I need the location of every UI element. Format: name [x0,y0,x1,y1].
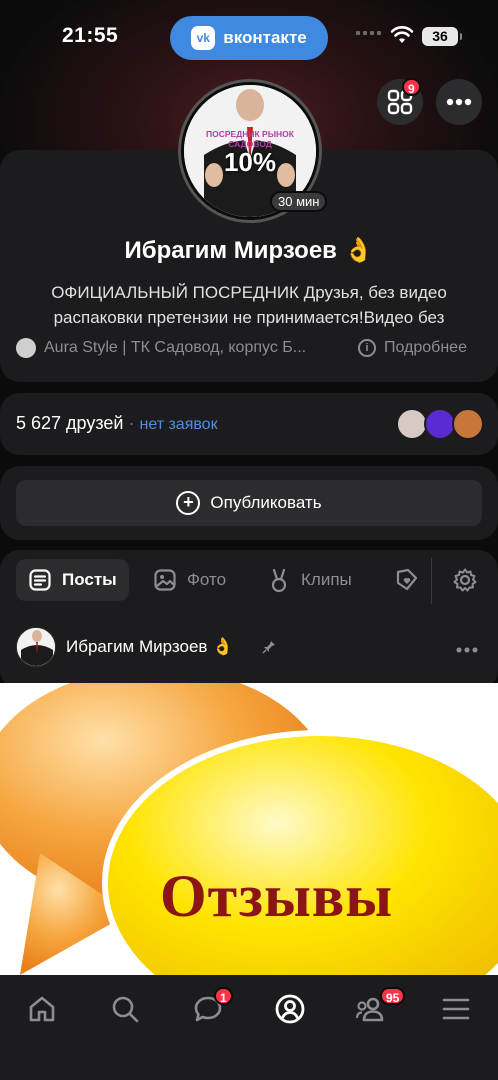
cellular-signal-icon [356,31,381,35]
friends-separator: · [123,413,140,433]
pin-icon [262,641,275,654]
tab-wishlist[interactable] [394,559,420,601]
speech-bubbles-illustration [0,683,498,975]
friends-badge: 95 [380,987,406,1005]
profile-workplace[interactable]: Aura Style | ТК Садовод, корпус Б... [16,336,306,360]
nav-menu[interactable] [436,989,476,1029]
profile-icon [275,994,305,1024]
friends-summary: 5 627 друзей · нет заявок [16,413,218,434]
workplace-logo-icon [16,338,36,358]
more-horizontal-icon [456,647,478,653]
status-bar: 21:55 vk вконтакте 36 [0,0,498,76]
clips-icon [271,568,287,593]
more-horizontal-icon [446,98,472,106]
post-author-avatar[interactable] [16,627,56,667]
app-pill[interactable]: vk вконтакте [170,16,328,60]
search-icon [112,996,139,1023]
more-info-label: Подробнее [384,339,467,356]
friends-count: 5 627 друзей [16,413,124,433]
tab-posts-label: Посты [62,570,117,589]
workplace-label: Aura Style | ТК Садовод, корпус Б... [44,339,307,356]
post-more-button[interactable] [456,637,478,658]
messages-badge: 1 [214,987,233,1005]
tab-posts[interactable]: Посты [16,559,129,601]
friends-card[interactable]: 5 627 друзей · нет заявок [0,393,498,455]
publish-label: Опубликовать [210,493,322,512]
tabs-settings-button[interactable] [452,559,478,601]
plus-circle-icon: + [176,491,201,515]
app-pill-label: вконтакте [223,28,307,47]
more-options-button[interactable] [436,79,482,125]
avatar-caption: ПОСРЕДНИК РЫНОК САДОВОД [206,129,294,149]
profile-name: Ибрагим Мирзоев 👌 [124,237,374,264]
menu-icon [442,998,470,1020]
publish-card: + Опубликовать [0,466,498,540]
tab-photos[interactable]: Фото [153,559,226,601]
status-time: 21:55 [62,24,119,47]
post-image[interactable] [0,683,498,975]
tab-photos-label: Фото [187,570,227,589]
last-seen-badge: 30 мин [270,191,328,212]
nav-search[interactable] [105,989,145,1029]
gear-icon [453,568,477,592]
posts-icon [29,569,51,591]
post-header: Ибрагим Мирзоев 👌 [0,627,498,671]
avatar-percent: 10% [223,147,277,177]
post-avatar-photo [17,628,55,666]
friend-requests-link[interactable]: нет заявок [139,416,217,433]
wifi-icon [390,26,414,43]
bottom-navigation: 1 95 [0,975,498,1080]
friend-avatar [452,408,484,440]
friends-avatars [396,408,484,440]
heart-tag-icon [396,568,418,591]
vk-logo-icon: vk [191,26,216,50]
post-author-name[interactable]: Ибрагим Мирзоев 👌 [66,637,233,657]
more-info-link[interactable]: i Подробнее [358,336,467,360]
tab-clips-label: Клипы [301,570,352,589]
photo-icon [154,569,176,591]
services-badge: 9 [402,78,421,96]
tab-clips[interactable]: Клипы [267,559,352,601]
home-icon [29,996,55,1022]
profile-status[interactable]: ОФИЦИАЛЬНЫЙ ПОСРЕДНИК Друзья, без видео … [20,280,478,330]
info-icon: i [358,339,376,357]
nav-profile[interactable] [270,989,310,1029]
tabs-divider [431,558,432,604]
publish-button[interactable]: + Опубликовать [16,480,482,526]
post-image-caption: Отзывы [160,863,394,929]
nav-home[interactable] [22,989,62,1029]
battery-indicator: 36 [422,27,462,46]
